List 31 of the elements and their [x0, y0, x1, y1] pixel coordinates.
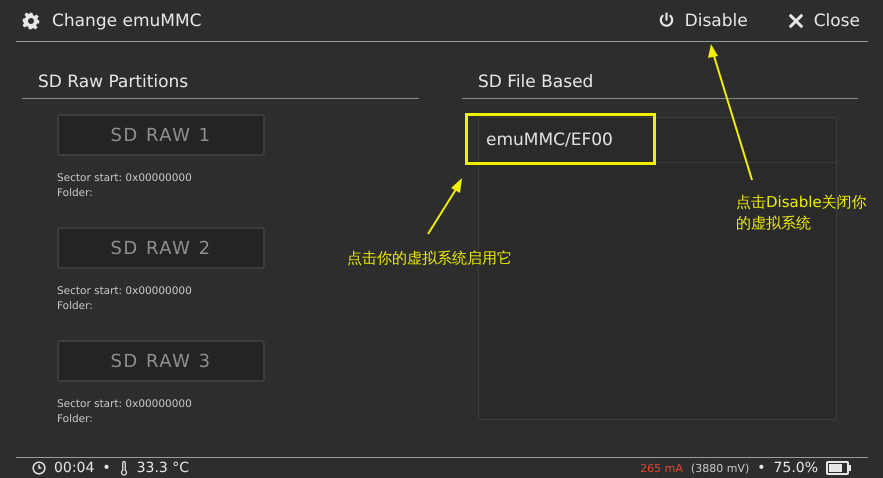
folder-label: Folder:: [57, 299, 94, 314]
battery-icon: [826, 461, 852, 475]
disable-button[interactable]: Disable: [658, 10, 748, 30]
separator: •: [757, 460, 766, 476]
battery-label: 75.0%: [774, 460, 818, 476]
power-icon: [658, 12, 675, 29]
folder-label: Folder:: [57, 412, 94, 427]
sector-label: Sector start: 0x00000000: [57, 397, 193, 412]
temperature-label: 33.3 °C: [136, 460, 190, 476]
folder-label: Folder:: [57, 186, 94, 201]
annotation-text: 点击你的虚拟系统启用它: [347, 248, 512, 269]
window-title: Change emuMMC: [52, 10, 202, 30]
annotation-arrow: [427, 178, 462, 235]
separator: •: [102, 460, 111, 476]
annotation-text: 点击Disable关闭你的虚拟系统: [736, 192, 868, 234]
close-button[interactable]: Close: [788, 10, 860, 30]
close-icon: [788, 12, 804, 28]
partition-button[interactable]: SD RAW 2: [57, 227, 265, 269]
partition-button[interactable]: SD RAW 3: [57, 340, 265, 382]
partition-button[interactable]: SD RAW 1: [57, 114, 265, 156]
voltage-label: (3880 mV): [690, 462, 750, 474]
sector-label: Sector start: 0x00000000: [57, 284, 193, 299]
list-item[interactable]: emuMMC/EF00: [486, 130, 613, 150]
thermometer-icon: [118, 460, 129, 476]
current-label: 265 mA: [640, 462, 683, 474]
clock-icon: [32, 461, 46, 475]
time-label: 00:04: [54, 460, 94, 476]
section-title: SD File Based: [462, 72, 858, 99]
section-title: SD Raw Partitions: [22, 72, 419, 99]
gear-icon: [22, 12, 40, 30]
sector-label: Sector start: 0x00000000: [57, 171, 193, 186]
